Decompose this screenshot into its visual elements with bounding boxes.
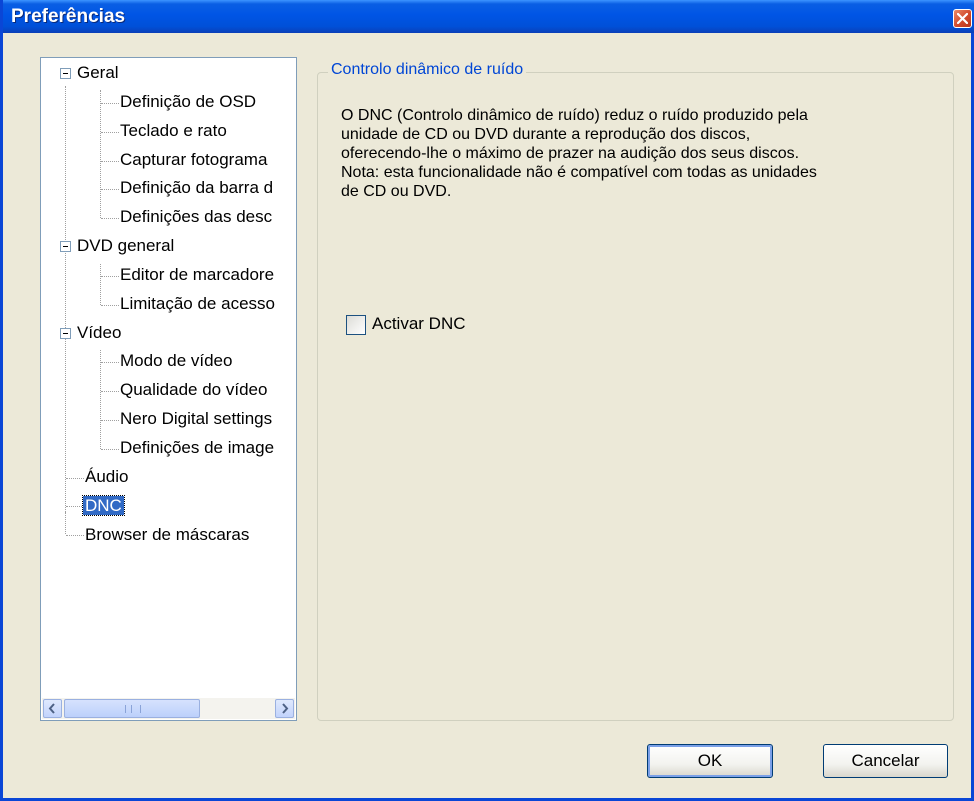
tree-item-label: Áudio xyxy=(85,467,129,486)
collapse-geral-icon[interactable] xyxy=(60,68,71,79)
tree-connector xyxy=(101,103,119,104)
tree-item-geral[interactable]: Geral xyxy=(75,61,121,85)
tree-root-line-tail xyxy=(65,512,66,534)
tree-item-video[interactable]: Vídeo xyxy=(75,321,123,345)
cancel-button[interactable]: Cancelar xyxy=(823,744,948,778)
tree-connector xyxy=(66,478,84,479)
tree-item-label: Definição da barra d xyxy=(120,178,274,197)
arrow-left-icon xyxy=(48,703,55,714)
arrow-right-icon xyxy=(282,703,289,714)
close-button[interactable] xyxy=(953,9,972,28)
preferences-window: Preferências Geral Definição de OSD Tecl… xyxy=(0,0,974,801)
tree-connector xyxy=(101,391,119,392)
activate-dnc-checkbox[interactable] xyxy=(346,315,366,335)
tree-item-label: Definições de image xyxy=(120,438,275,457)
description-line: Nota: esta funcionalidade não é compatív… xyxy=(341,164,817,181)
grip-icon xyxy=(125,705,141,713)
tree-item-bar-settings[interactable]: Definição da barra d xyxy=(118,176,275,200)
tree-item-label: Definições das desc xyxy=(120,207,273,226)
tree-item-label: Definição de OSD xyxy=(120,92,257,111)
tree-connector xyxy=(101,305,119,306)
scroll-thumb[interactable] xyxy=(64,699,200,718)
scroll-right-button[interactable] xyxy=(275,699,294,718)
collapse-video-icon[interactable] xyxy=(60,328,71,339)
tree-item-audio[interactable]: Áudio xyxy=(83,465,130,489)
tree-geral-line xyxy=(100,90,101,218)
tree-item-label: Vídeo xyxy=(77,323,122,342)
tree-root-line xyxy=(65,86,66,512)
ok-button[interactable]: OK xyxy=(647,744,773,778)
tree-connector xyxy=(101,420,119,421)
tree-connector xyxy=(66,506,84,507)
tree-item-image-settings[interactable]: Definições de image xyxy=(118,436,276,460)
scroll-left-button[interactable] xyxy=(43,699,62,718)
tree-connector xyxy=(101,276,119,277)
tree-item-dvd-general[interactable]: DVD general xyxy=(75,234,176,258)
tree-item-label: Limitação de acesso xyxy=(120,294,275,313)
window-title: Preferências xyxy=(11,6,126,27)
tree-item-osd[interactable]: Definição de OSD xyxy=(118,90,258,114)
activate-dnc-label[interactable]: Activar DNC xyxy=(372,314,466,334)
tree-item-label: Qualidade do vídeo xyxy=(120,380,268,399)
tree-connector xyxy=(101,161,119,162)
tree-item-label: Nero Digital settings xyxy=(120,409,273,428)
tree-connector xyxy=(101,362,119,363)
close-icon xyxy=(957,13,968,24)
tree-horizontal-scrollbar[interactable] xyxy=(42,698,295,719)
tree-item-video-quality[interactable]: Qualidade do vídeo xyxy=(118,378,269,402)
dnc-description: O DNC (Controlo dinâmico de ruído) reduz… xyxy=(341,106,941,201)
tree-item-capture-frame[interactable]: Capturar fotograma xyxy=(118,148,269,172)
tree-item-dnc[interactable]: DNC xyxy=(82,494,125,518)
tree-item-label: DVD general xyxy=(77,236,175,255)
tree-item-label: Geral xyxy=(77,63,119,82)
tree-item-label: Browser de máscaras xyxy=(85,525,250,544)
description-line: O DNC (Controlo dinâmico de ruído) reduz… xyxy=(341,107,808,124)
tree-connector xyxy=(101,189,119,190)
tree-item-skin-browser[interactable]: Browser de máscaras xyxy=(83,523,251,547)
tree-item-label: Capturar fotograma xyxy=(120,150,268,169)
tree-item-nero-digital[interactable]: Nero Digital settings xyxy=(118,407,274,431)
tree-connector xyxy=(66,535,84,536)
tree-connector xyxy=(101,218,119,219)
tree-item-video-mode[interactable]: Modo de vídeo xyxy=(118,349,234,373)
tree-connector xyxy=(101,449,119,450)
groupbox-title: Controlo dinâmico de ruído xyxy=(328,61,527,79)
tree-dvd-line xyxy=(100,264,101,305)
tree-connector xyxy=(101,132,119,133)
title-bar[interactable]: Preferências xyxy=(3,0,974,33)
tree-item-label: DNC xyxy=(82,495,125,516)
description-line: de CD ou DVD. xyxy=(341,183,452,200)
tree-video-line xyxy=(100,350,101,449)
tree-item-access-limit[interactable]: Limitação de acesso xyxy=(118,292,277,316)
description-line: unidade de CD ou DVD durante a reproduçã… xyxy=(341,126,751,143)
tree-item-label: Editor de marcadore xyxy=(120,265,275,284)
tree-item-keyboard-mouse[interactable]: Teclado e rato xyxy=(118,119,229,143)
tree-item-label: Teclado e rato xyxy=(120,121,227,140)
tree-item-label: Modo de vídeo xyxy=(120,351,233,370)
description-line: oferecendo-lhe o máximo de prazer na aud… xyxy=(341,145,800,162)
tree-item-bookmark-editor[interactable]: Editor de marcadore xyxy=(118,263,276,287)
preferences-tree[interactable]: Geral Definição de OSD Teclado e rato Ca… xyxy=(40,57,297,721)
tree-item-desc-settings[interactable]: Definições das desc xyxy=(118,205,274,229)
collapse-dvd-general-icon[interactable] xyxy=(60,241,71,252)
